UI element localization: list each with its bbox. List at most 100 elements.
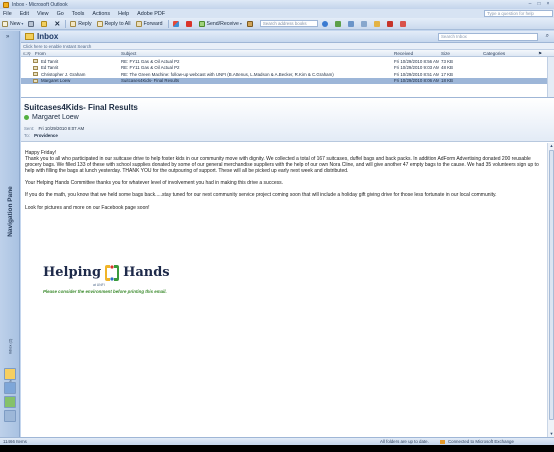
reading-pane: Suitcases4Kids- Final Results Margaret L… (21, 98, 554, 437)
expand-chevron-icon[interactable]: » (6, 34, 9, 40)
calendar-button[interactable] (347, 20, 356, 27)
column-flag-icon[interactable]: ⚑ (538, 51, 542, 57)
envelope-icon (33, 65, 38, 70)
menu-actions[interactable]: Actions (92, 11, 110, 17)
chevron-down-icon[interactable]: ▾ (21, 21, 23, 26)
column-received[interactable]: Received (394, 51, 413, 56)
menu-tools[interactable]: Tools (72, 11, 85, 17)
envelope-icon (33, 72, 38, 77)
navigation-pane-label: Navigation Pane (6, 185, 14, 237)
row-received: Fri 10/29/2010 8:06 AM (394, 78, 439, 84)
move-to-folder-button[interactable] (41, 20, 49, 27)
chevron-down-icon[interactable]: ▾ (240, 21, 242, 26)
row-subject: RE: FY11 Gas & Oil Actual P2 (121, 65, 180, 71)
row-from: Ed Tanrit (41, 58, 59, 64)
table-row[interactable]: Christopher J. Graham RE: The Green Machi… (21, 71, 547, 77)
column-categories[interactable]: Categories (483, 51, 505, 56)
row-subject: RE: The Green Machine: follow-up webcast… (121, 71, 334, 77)
follow-up-button[interactable] (185, 20, 194, 27)
inbox-shortcut[interactable]: Inbox (2) (4, 331, 16, 361)
table-row[interactable]: Margaret Loew Suitcases4Kids- Final Resul… (21, 77, 547, 84)
folders-status: All folders are up to date. (380, 439, 429, 444)
search-address-books-input[interactable]: Search address books (259, 20, 318, 27)
categorize-button[interactable] (172, 20, 181, 27)
column-subject[interactable]: Subject (121, 51, 136, 56)
help-question-input[interactable]: Type a question for help (484, 10, 553, 17)
scroll-up-icon[interactable]: ▲ (549, 143, 554, 149)
scroll-thumb[interactable] (549, 150, 554, 420)
menu-edit[interactable]: Edit (20, 11, 29, 17)
connection-status[interactable]: Connected to Microsoft Exchange (440, 439, 514, 444)
exchange-connection-icon (440, 439, 445, 444)
table-row[interactable]: Ed Tanrit RE: FY11 Gas & Oil Actual P2 Fri… (21, 65, 547, 71)
help-button[interactable] (321, 20, 330, 27)
menu-go[interactable]: Go (57, 11, 64, 17)
reply-all-button-label: Reply to All (104, 20, 131, 27)
calendar-icon (347, 20, 354, 27)
toolbar-separator (65, 19, 67, 28)
body-paragraph: Your Helping Hands Committee thanks you … (25, 180, 284, 187)
row-size: 17 KB (441, 71, 453, 77)
forward-button[interactable]: Forward (135, 20, 163, 27)
message-sender[interactable]: Margaret Loew (24, 114, 79, 121)
title-bar: Inbox - Microsoft Outlook – □ × (0, 0, 554, 9)
column-size[interactable]: Size (441, 51, 450, 56)
tasks-button[interactable] (360, 20, 369, 27)
calendar-nav-button[interactable] (4, 382, 16, 394)
to-value[interactable]: Providence (34, 133, 58, 138)
message-list-header: !☐⚲ From Subject Received Size Categorie… (21, 50, 554, 57)
inbox-search-input[interactable]: Search Inbox (438, 33, 538, 41)
envelope-icon (33, 59, 38, 63)
search-icon[interactable]: ⌕ (546, 33, 549, 40)
mail-nav-button[interactable] (4, 368, 16, 380)
sent-label: Sent: (24, 126, 35, 131)
sender-name: Margaret Loew (32, 114, 79, 121)
contacts-button[interactable] (334, 20, 343, 27)
address-book-icon (246, 20, 253, 27)
menu-adobe-pdf[interactable]: Adobe PDF (137, 11, 165, 17)
send-receive-button[interactable]: Send/Receive ▾ (198, 20, 242, 27)
forward-icon (135, 20, 142, 27)
minimize-button[interactable]: – (526, 1, 534, 7)
reply-icon (70, 20, 77, 27)
menu-view[interactable]: View (37, 11, 49, 17)
contacts-nav-button[interactable] (4, 396, 16, 408)
reply-button[interactable]: Reply (70, 20, 92, 27)
sent-value: Fri 10/29/2010 8:07 AM (38, 126, 85, 131)
message-body: Happy Friday! Thank you to all who parti… (21, 143, 547, 437)
maximize-button[interactable]: □ (535, 1, 543, 7)
column-from[interactable]: From (35, 51, 46, 56)
delete-button[interactable]: ✕ (54, 20, 60, 28)
reply-all-button[interactable]: Reply to All (96, 20, 131, 27)
new-button-label: New (10, 20, 21, 27)
message-subject: Suitcases4Kids- Final Results (24, 103, 138, 112)
reading-pane-scrollbar[interactable]: ▲ ▼ (547, 143, 554, 437)
print-button[interactable] (28, 20, 36, 27)
environment-note: Please consider the environment before p… (43, 289, 167, 294)
address-book-button[interactable] (246, 20, 255, 27)
row-from: Margaret Loew (41, 78, 71, 84)
column-icons[interactable]: !☐⚲ (23, 51, 31, 56)
body-paragraph: Thank you to all who participated in our… (25, 156, 539, 175)
navigation-pane[interactable]: » Navigation Pane Inbox (2) Unread Mail (0, 31, 20, 437)
tasks-icon (360, 20, 367, 27)
close-button[interactable]: × (544, 1, 552, 7)
adobe-pdf-button[interactable] (386, 20, 395, 27)
tasks-nav-button[interactable] (4, 410, 16, 422)
notes-button[interactable] (373, 20, 382, 27)
menu-file[interactable]: File (3, 11, 12, 17)
reply-button-label: Reply (78, 20, 92, 27)
menu-help[interactable]: Help (118, 11, 129, 17)
sent-line: Sent: Fri 10/29/2010 8:07 AM (24, 126, 84, 131)
window-controls: – □ × (526, 1, 552, 7)
adobe-pdf-attach-button[interactable] (399, 20, 408, 27)
instant-search-hint[interactable]: Click here to enable Instant Search (21, 43, 554, 50)
categorize-icon (172, 20, 179, 27)
pdf-attach-icon (399, 20, 406, 27)
row-received: Fri 10/29/2010 9:03 AM (394, 65, 439, 71)
message-list-scrollbar[interactable] (547, 57, 554, 97)
new-mail-icon (2, 20, 8, 27)
logo-word-hands: Hands (123, 264, 170, 280)
table-row[interactable]: Ed Tanrit RE: FY11 Gas & Oil Actual P2 Fri… (21, 58, 547, 64)
new-button[interactable]: New ▾ (2, 20, 23, 27)
